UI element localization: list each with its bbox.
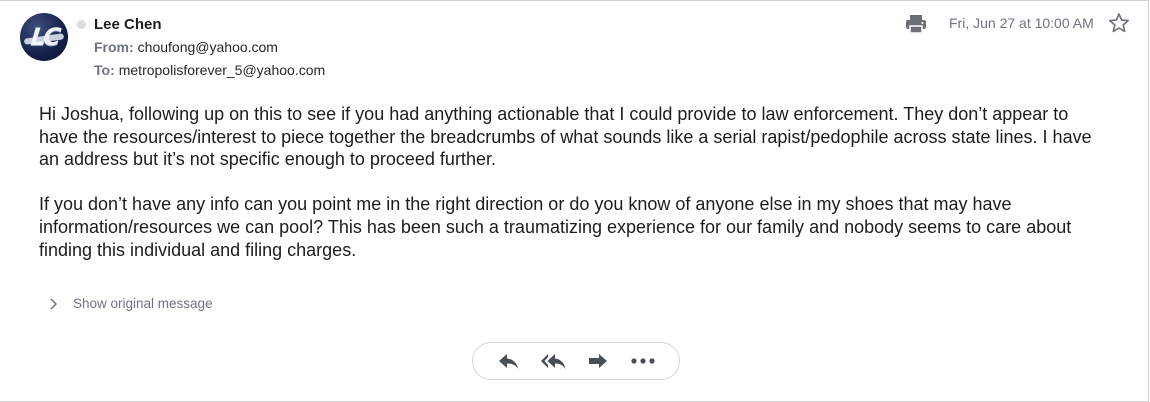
from-address[interactable]: choufong@yahoo.com (138, 39, 278, 55)
to-address[interactable]: metropolisforever_5@yahoo.com (119, 62, 325, 78)
forward-icon[interactable] (584, 349, 612, 373)
to-line: To: metropolisforever_5@yahoo.com (94, 62, 325, 78)
message-body: Hi Joshua, following up on this to see i… (39, 103, 1109, 261)
sender-name[interactable]: Lee Chen (94, 16, 162, 33)
chevron-right-icon (48, 297, 60, 311)
body-paragraph-2: If you don’t have any info can you point… (39, 194, 1072, 260)
avatar-initials: LC (29, 23, 59, 51)
avatar[interactable]: LC (20, 13, 68, 61)
message-actions-toolbar (472, 342, 680, 380)
star-icon[interactable] (1108, 12, 1130, 34)
reply-all-icon[interactable] (540, 349, 568, 373)
presence-dot (77, 20, 86, 29)
from-line: From: choufong@yahoo.com (94, 39, 278, 55)
from-label: From: (94, 39, 134, 55)
body-paragraph-1: Hi Joshua, following up on this to see i… (39, 104, 1092, 170)
print-icon[interactable] (905, 14, 927, 34)
message-date: Fri, Jun 27 at 10:00 AM (949, 15, 1094, 31)
reply-icon[interactable] (495, 349, 523, 373)
show-original-label: Show original message (73, 296, 213, 311)
more-icon[interactable] (629, 349, 657, 373)
show-original-toggle[interactable]: Show original message (48, 296, 213, 311)
to-label: To: (94, 62, 115, 78)
